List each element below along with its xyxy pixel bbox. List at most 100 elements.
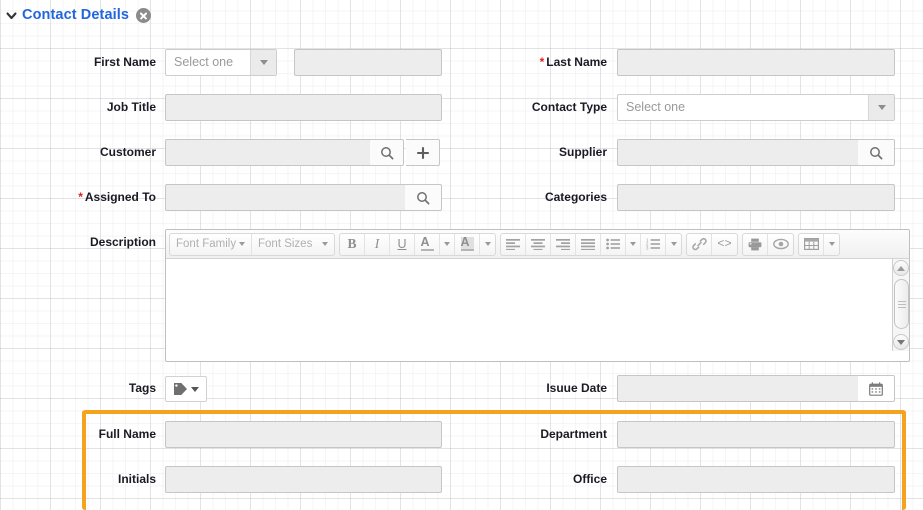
description-rich-text-editor[interactable]: Font Family Font Sizes B I U A A 1 2 3 <… <box>165 229 910 362</box>
scroll-thumb[interactable] <box>894 279 909 329</box>
background-color-button[interactable]: A <box>455 233 480 255</box>
align-justify-icon <box>581 239 595 250</box>
form-row-description: Description Font Family Font Sizes B I U… <box>0 229 923 362</box>
tags-button[interactable] <box>165 376 207 402</box>
table-icon <box>803 238 819 250</box>
align-justify-button[interactable] <box>576 233 601 255</box>
office-input[interactable] <box>617 466 895 493</box>
chevron-down-icon[interactable] <box>2 6 20 24</box>
categories-input[interactable] <box>617 184 895 211</box>
form-row-tags: Tags Isuue Date <box>0 375 923 402</box>
customer-search-button[interactable] <box>370 139 404 166</box>
label-tags: Tags <box>0 375 156 402</box>
chevron-down-icon[interactable] <box>868 95 894 120</box>
italic-icon: I <box>374 236 380 251</box>
caret-down-icon <box>484 242 491 246</box>
link-button[interactable] <box>687 233 712 255</box>
label-last-name: * Last Name <box>440 49 607 76</box>
issue-date-calendar-button[interactable] <box>858 375 895 402</box>
source-code-button[interactable]: <> <box>712 234 737 255</box>
customer-add-button[interactable] <box>406 139 440 166</box>
label-supplier-text: Supplier <box>558 145 607 159</box>
label-first-name-text: First Name <box>93 55 156 69</box>
scroll-down-arrow-icon[interactable] <box>893 334 909 350</box>
align-left-button[interactable] <box>501 233 526 255</box>
caret-down-icon <box>191 386 199 392</box>
bullet-list-button[interactable] <box>601 233 626 255</box>
label-customer-text: Customer <box>99 145 156 159</box>
background-color-letter: A <box>460 234 470 249</box>
caret-down-icon <box>444 242 450 246</box>
required-marker: * <box>539 55 545 69</box>
text-color-button[interactable]: A <box>415 233 440 255</box>
font-sizes-dropdown[interactable]: Font Sizes <box>252 234 334 255</box>
issue-date-input[interactable] <box>617 375 859 402</box>
text-color-icon: A <box>420 236 434 252</box>
toolbar-group-output <box>742 232 794 256</box>
label-first-name: First Name <box>0 49 156 76</box>
label-description-text: Description <box>89 235 156 249</box>
caret-down-icon <box>670 242 677 246</box>
scroll-up-arrow-icon[interactable] <box>893 260 909 276</box>
description-editor-body[interactable] <box>166 259 909 351</box>
label-department-text: Department <box>540 427 607 441</box>
form-row-name: First Name Select one * Last Name <box>0 49 923 76</box>
label-supplier: Supplier <box>440 139 607 166</box>
label-job-title-text: Job Title <box>106 100 156 114</box>
contact-type-select-value: Select one <box>626 100 686 114</box>
page-title[interactable]: Contact Details <box>22 7 129 23</box>
align-right-icon <box>556 239 570 250</box>
chevron-down-icon[interactable] <box>250 50 276 75</box>
contact-details-form-page: { "panel": { "title": "Contact Details",… <box>0 0 923 510</box>
full-name-input[interactable] <box>165 421 442 448</box>
form-row-full-name: Full Name Department <box>0 421 923 448</box>
first-name-input[interactable] <box>294 49 442 76</box>
assigned-to-input[interactable] <box>165 184 406 211</box>
label-issue-date: Isuue Date <box>440 375 607 402</box>
caret-down-icon <box>322 242 328 246</box>
label-tags-text: Tags <box>128 381 156 395</box>
bullet-list-dropdown[interactable] <box>626 233 641 255</box>
table-dropdown[interactable] <box>824 234 839 255</box>
description-scrollbar[interactable] <box>892 259 909 351</box>
align-center-button[interactable] <box>526 233 551 255</box>
supplier-input[interactable] <box>617 139 859 166</box>
last-name-input[interactable] <box>617 49 895 76</box>
label-department: Department <box>440 421 607 448</box>
underline-button[interactable]: U <box>390 233 415 255</box>
department-input[interactable] <box>617 421 895 448</box>
font-family-dropdown[interactable]: Font Family <box>170 233 252 255</box>
label-full-name-text: Full Name <box>98 427 156 441</box>
caret-down-icon <box>630 242 636 246</box>
first-name-select-value: Select one <box>174 55 234 69</box>
text-color-dropdown[interactable] <box>440 233 455 255</box>
underline-icon: U <box>397 237 407 251</box>
required-marker: * <box>78 190 83 204</box>
toolbar-group-fonts: Font Family Font Sizes <box>169 232 335 256</box>
label-office-text: Office <box>572 472 607 486</box>
numbered-list-dropdown[interactable] <box>666 234 681 255</box>
contact-type-select[interactable]: Select one <box>617 94 895 121</box>
first-name-select[interactable]: Select one <box>165 49 277 76</box>
label-last-name-text: Last Name <box>546 55 607 69</box>
form-row-job: Job Title Contact Type Select one <box>0 94 923 121</box>
job-title-input[interactable] <box>165 94 442 121</box>
bold-button[interactable]: B <box>340 233 365 255</box>
align-center-icon <box>531 239 545 250</box>
preview-button[interactable] <box>768 234 793 255</box>
assigned-to-search-button[interactable] <box>405 184 442 211</box>
label-assigned-to-text: Assigned To <box>84 190 156 204</box>
align-right-button[interactable] <box>551 233 576 255</box>
initials-input[interactable] <box>165 466 442 493</box>
supplier-search-button[interactable] <box>858 139 895 166</box>
numbered-list-button[interactable]: 123 <box>641 233 666 255</box>
label-assigned-to: * Assigned To <box>0 184 156 211</box>
close-circle-icon[interactable] <box>136 7 152 23</box>
background-color-dropdown[interactable] <box>480 234 495 255</box>
italic-button[interactable]: I <box>365 233 390 255</box>
align-left-icon <box>506 239 520 250</box>
customer-input[interactable] <box>165 139 371 166</box>
print-button[interactable] <box>743 233 768 255</box>
label-contact-type-text: Contact Type <box>531 100 607 114</box>
table-button[interactable] <box>799 233 824 255</box>
